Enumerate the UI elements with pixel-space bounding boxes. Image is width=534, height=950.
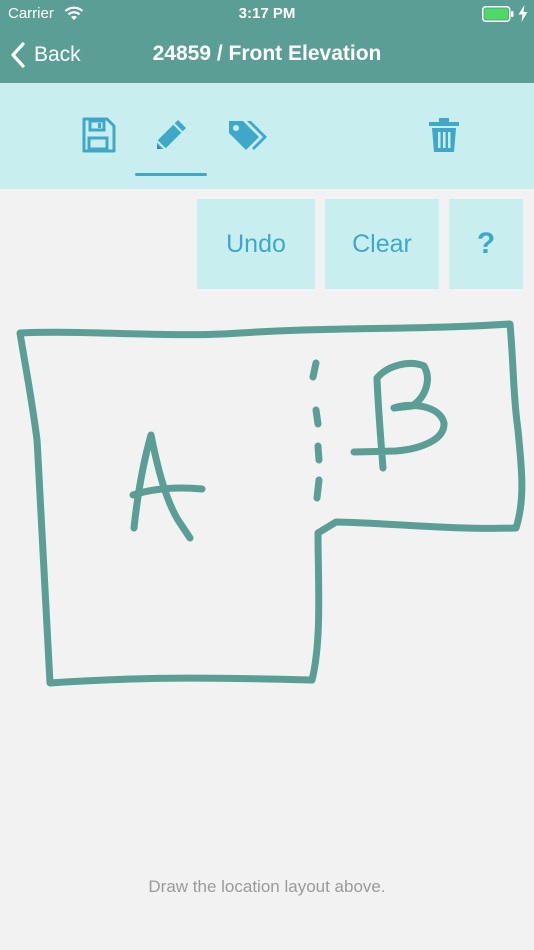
clear-button[interactable]: Clear — [325, 199, 439, 289]
drawing-canvas[interactable]: A B — [0, 300, 534, 860]
tags-button[interactable] — [224, 113, 268, 157]
battery-icon — [482, 6, 514, 22]
pencil-icon — [156, 120, 186, 150]
save-button[interactable] — [76, 113, 120, 157]
help-label: ? — [476, 227, 496, 260]
letter-a-strokes — [129, 431, 206, 542]
clear-label: Clear — [352, 229, 412, 258]
save-icon — [82, 117, 116, 153]
page-title: 24859 / Front Elevation — [152, 42, 382, 65]
undo-button[interactable]: Undo — [197, 199, 315, 289]
status-time: 3:17 PM — [238, 5, 296, 22]
status-bar: Carrier 3:17 PM — [0, 0, 534, 28]
divider-stroke-4 — [313, 476, 323, 502]
letter-b-strokes — [350, 360, 448, 472]
canvas-hint: Draw the location layout above. — [148, 877, 386, 896]
help-button[interactable]: ? — [449, 199, 523, 289]
selected-tool-indicator — [135, 173, 207, 176]
toolbar — [0, 83, 534, 189]
charging-icon — [518, 5, 528, 22]
pencil-tool-button[interactable] — [149, 113, 193, 157]
trash-icon — [429, 118, 459, 152]
divider-stroke-3 — [314, 442, 323, 464]
divider-stroke-2 — [312, 406, 322, 428]
undo-label: Undo — [226, 229, 286, 258]
outline-stroke — [16, 320, 526, 687]
delete-button[interactable] — [422, 113, 466, 157]
divider-stroke-1 — [309, 359, 320, 381]
navigation-bar: Back 24859 / Front Elevation — [0, 28, 534, 83]
tags-icon — [229, 121, 267, 150]
